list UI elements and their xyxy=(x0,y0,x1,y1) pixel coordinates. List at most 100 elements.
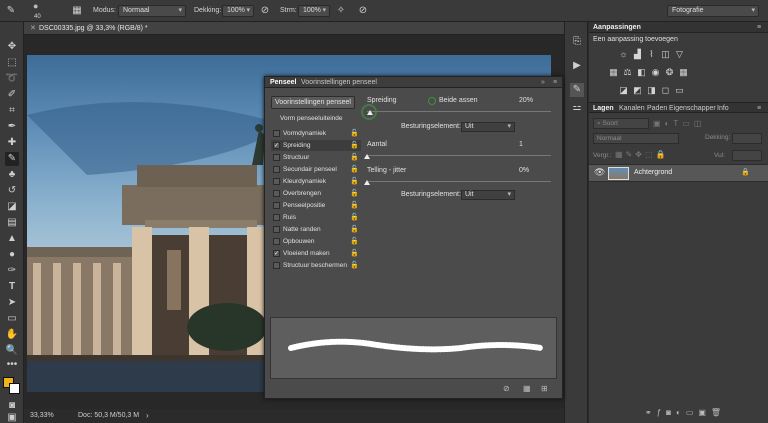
brush-tip-shape-item[interactable]: Vorm penseeluiteinde xyxy=(271,113,361,124)
panel-menu-icon[interactable]: ≡ xyxy=(553,77,557,88)
brush-setting-item[interactable]: Overbrengen 🔓 xyxy=(271,188,361,199)
brush-tool-icon[interactable]: ✎ xyxy=(5,152,19,166)
setting-lock-icon[interactable]: 🔓 xyxy=(350,248,359,259)
count-value[interactable]: 1 xyxy=(519,140,523,150)
vibrance-adjust-icon[interactable]: ▽ xyxy=(674,49,685,60)
brush-setting-item[interactable]: Opbouwen 🔓 xyxy=(271,236,361,247)
black-white-adjust-icon[interactable]: ◧ xyxy=(636,67,647,78)
gradient-tool-icon[interactable]: ▤ xyxy=(5,216,19,230)
screen-mode-icon[interactable]: ▣ xyxy=(5,411,19,423)
posterize-adjust-icon[interactable]: ◩ xyxy=(632,85,643,96)
layer-actions[interactable]: ⚭ƒ◙◐▭▣🗑 xyxy=(645,408,726,417)
brush-setting-item[interactable]: Vormdynamiek 🔓 xyxy=(271,128,361,139)
move-tool-icon[interactable]: ✥ xyxy=(5,40,19,54)
brush-projection-icon[interactable]: ▦ xyxy=(523,384,531,393)
dodge-tool-icon[interactable]: ● xyxy=(5,248,19,262)
setting-lock-icon[interactable]: 🔓 xyxy=(350,236,359,247)
healing-brush-tool-icon[interactable]: ✚ xyxy=(5,136,19,150)
setting-lock-icon[interactable]: 🔓 xyxy=(350,200,359,211)
count-jitter-value[interactable]: 0% xyxy=(519,166,529,176)
setting-lock-icon[interactable]: 🔓 xyxy=(350,164,359,175)
setting-lock-icon[interactable]: 🔓 xyxy=(350,224,359,235)
brush-setting-item[interactable]: Natte randen 🔓 xyxy=(271,224,361,235)
layer-filter-icons[interactable]: ▣◐T▭◫ xyxy=(653,119,705,128)
brush-setting-item[interactable]: Structuur 🔓 xyxy=(271,152,361,163)
crop-tool-icon[interactable]: ⌗ xyxy=(5,104,19,118)
actions-panel-icon[interactable]: ▶ xyxy=(570,59,584,73)
visibility-eye-icon[interactable]: 👁 xyxy=(594,167,605,178)
brush-setting-checkbox[interactable] xyxy=(273,166,280,173)
hand-tool-icon[interactable]: ✋ xyxy=(5,328,19,342)
brush-setting-checkbox[interactable] xyxy=(273,202,280,209)
blend-mode-dropdown[interactable]: Normaal xyxy=(593,133,679,144)
exposure-adjust-icon[interactable]: ◫ xyxy=(660,49,671,60)
adjustments-tab[interactable]: Aanpassingen xyxy=(593,22,641,33)
setting-lock-icon[interactable]: 🔓 xyxy=(350,152,359,163)
brush-setting-checkbox[interactable] xyxy=(273,262,280,269)
workspace-dropdown[interactable]: Fotografie xyxy=(667,5,759,17)
tab-channels[interactable]: Kanalen xyxy=(619,103,645,114)
zoom-level[interactable]: 33,33% xyxy=(30,409,54,423)
count-jitter-slider-knob[interactable] xyxy=(364,180,370,185)
eraser-tool-icon[interactable]: ◪ xyxy=(5,200,19,214)
tab-brush[interactable]: Penseel xyxy=(270,77,296,88)
brush-setting-checkbox[interactable] xyxy=(273,154,280,161)
layer-filter-input[interactable]: ⌕ Soort xyxy=(593,118,649,129)
rectangle-tool-icon[interactable]: ▭ xyxy=(5,312,19,326)
brush-presets-panel-icon[interactable]: ⚍ xyxy=(570,101,584,115)
brush-setting-checkbox[interactable] xyxy=(273,214,280,221)
pen-tool-icon[interactable]: ✑ xyxy=(5,264,19,278)
selective-color-adjust-icon[interactable]: ◻ xyxy=(660,85,671,96)
count-slider-knob[interactable] xyxy=(364,154,370,159)
brush-panel-icon[interactable]: ✎ xyxy=(570,83,584,97)
blur-tool-icon[interactable]: ▲ xyxy=(5,232,19,246)
gradient-map-adjust-icon[interactable]: ▭ xyxy=(674,85,685,96)
layer-name[interactable]: Achtergrond xyxy=(634,169,672,176)
new-brush-icon[interactable]: ⊞ xyxy=(541,384,548,393)
lasso-tool-icon[interactable]: ➰ xyxy=(5,72,19,86)
brush-setting-item[interactable]: Kleurdynamiek 🔓 xyxy=(271,176,361,187)
brush-setting-checkbox[interactable]: ✓ xyxy=(273,142,280,149)
panel-menu-icon[interactable]: ≡ xyxy=(757,103,761,114)
channel-mixer-adjust-icon[interactable]: ❂ xyxy=(664,67,675,78)
color-balance-adjust-icon[interactable]: ⚖ xyxy=(622,67,633,78)
brush-setting-checkbox[interactable]: ✓ xyxy=(273,250,280,257)
panel-menu-icon[interactable]: ≡ xyxy=(757,22,761,33)
scatter-slider[interactable] xyxy=(367,111,551,112)
tab-brush-presets[interactable]: Voorinstellingen penseel xyxy=(301,77,377,88)
brush-presets-button[interactable]: Voorinstellingen penseel xyxy=(271,96,355,109)
brush-setting-item[interactable]: Ruis 🔓 xyxy=(271,212,361,223)
control-dropdown-1[interactable]: Uit xyxy=(461,122,515,132)
toggle-live-tip-icon[interactable]: ⊘ xyxy=(503,384,510,393)
history-brush-tool-icon[interactable]: ↺ xyxy=(5,184,19,198)
brush-setting-checkbox[interactable] xyxy=(273,178,280,185)
layer-opacity-field[interactable] xyxy=(732,133,762,144)
close-document-icon[interactable]: ✕ xyxy=(30,22,36,35)
setting-lock-icon[interactable]: 🔓 xyxy=(350,176,359,187)
fill-field[interactable] xyxy=(732,150,762,161)
invert-adjust-icon[interactable]: ◪ xyxy=(618,85,629,96)
tab-properties[interactable]: Eigenschapper xyxy=(669,103,716,114)
brush-setting-checkbox[interactable] xyxy=(273,226,280,233)
brush-setting-item[interactable]: ✓ Spreiding 🔓 xyxy=(271,140,361,151)
scatter-value[interactable]: 20% xyxy=(519,96,533,106)
brush-setting-item[interactable]: Secundair penseel 🔓 xyxy=(271,164,361,175)
background-color-swatch[interactable] xyxy=(9,383,20,394)
more-tools-icon[interactable]: ••• xyxy=(5,358,19,372)
document-tab[interactable]: ✕ DSC00335.jpg @ 33,3% (RGB/8) * xyxy=(24,22,564,35)
setting-lock-icon[interactable]: 🔓 xyxy=(350,128,359,139)
type-tool-icon[interactable]: T xyxy=(5,280,19,294)
lock-icons[interactable]: ▦✎✥⬚🔒 xyxy=(615,150,668,159)
flow-dropdown[interactable]: 100% xyxy=(298,5,330,17)
color-lookup-adjust-icon[interactable]: ▦ xyxy=(678,67,689,78)
brush-setting-checkbox[interactable] xyxy=(273,238,280,245)
count-jitter-slider[interactable] xyxy=(367,181,551,182)
brush-setting-checkbox[interactable] xyxy=(273,190,280,197)
eyedropper-tool-icon[interactable]: ✒ xyxy=(5,120,19,134)
brush-panel-toggle-icon[interactable]: ▦ xyxy=(70,4,84,18)
photo-filter-adjust-icon[interactable]: ◉ xyxy=(650,67,661,78)
levels-adjust-icon[interactable]: ▟ xyxy=(632,49,643,60)
setting-lock-icon[interactable]: 🔓 xyxy=(350,188,359,199)
pressure-size-icon[interactable]: ⊘ xyxy=(356,4,370,18)
opacity-dropdown[interactable]: 100% xyxy=(222,5,254,17)
